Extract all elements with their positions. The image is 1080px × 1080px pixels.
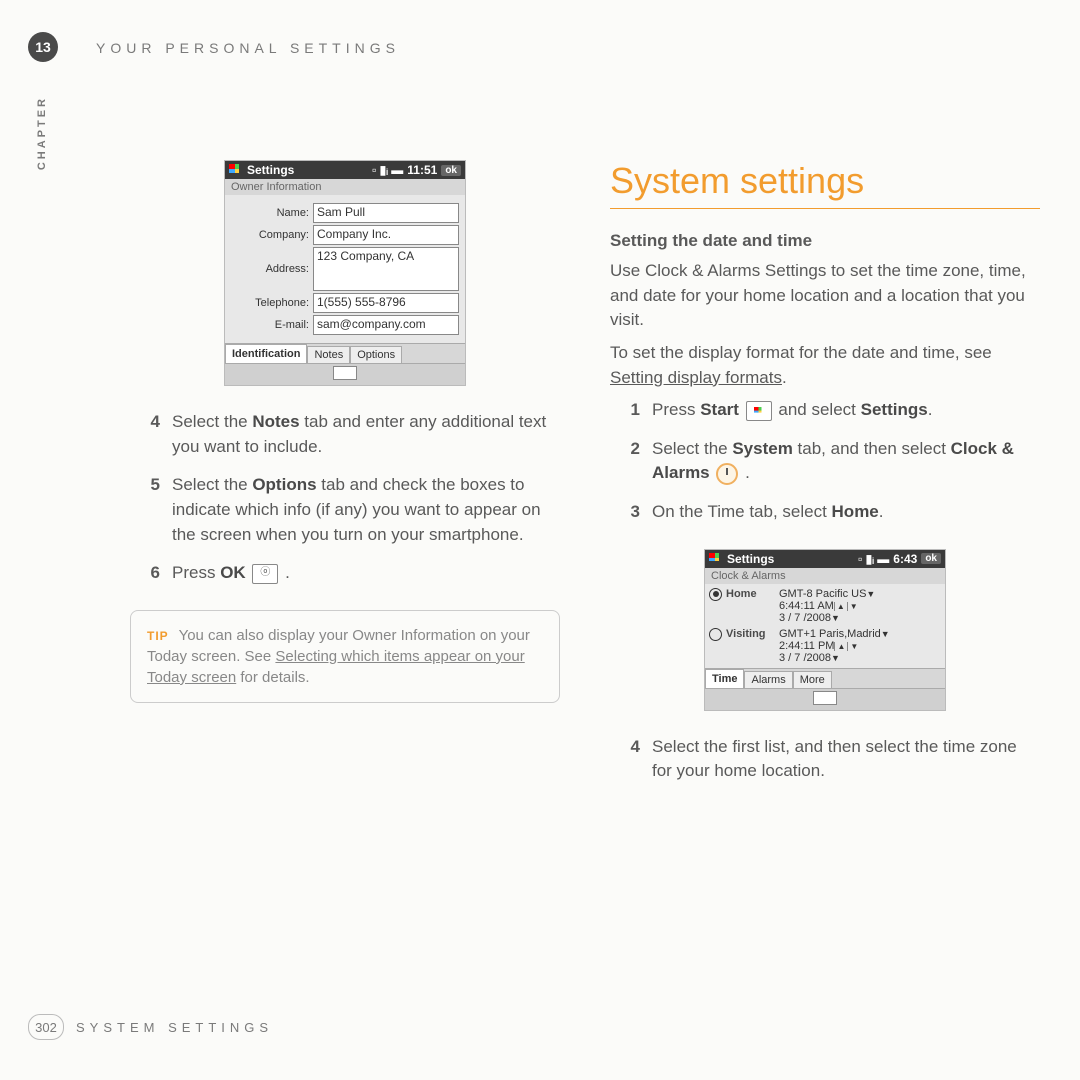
home-timezone[interactable]: GMT-8 Pacific US▼ (779, 588, 941, 600)
start-key-icon (746, 401, 772, 421)
clock-alarms-icon (716, 463, 738, 485)
keyboard-icon[interactable] (813, 691, 837, 705)
tab-notes[interactable]: Notes (307, 346, 350, 363)
ok-button[interactable]: ok (921, 553, 941, 564)
telephone-label: Telephone: (231, 297, 309, 309)
rstep-2: Select the System tab, and then select C… (652, 437, 1040, 486)
tab-more[interactable]: More (793, 671, 832, 688)
rstep-num-3: 3 (610, 500, 652, 525)
ss-title: Settings (727, 552, 774, 566)
clock-alarms-screenshot: Settings ▫ ▮ᵢ ▬ 6:43 ok Clock & Alarms H… (704, 549, 946, 711)
telephone-field[interactable]: 1(555) 555-8796 (313, 293, 459, 313)
home-label: Home (726, 588, 757, 600)
ss-title: Settings (247, 163, 294, 177)
intro-para-1: Use Clock & Alarms Settings to set the t… (610, 259, 1040, 333)
ok-key-icon: ⓞ (252, 564, 278, 584)
ok-button[interactable]: ok (441, 165, 461, 176)
subsection-heading: Setting the date and time (610, 231, 1040, 251)
section-heading: System settings (610, 160, 1040, 209)
email-field[interactable]: sam@company.com (313, 315, 459, 335)
left-column: Settings ▫ ▮ᵢ ▬ 11:51 ok Owner Informati… (130, 160, 560, 808)
rstep-3: On the Time tab, select Home. (652, 500, 1040, 525)
home-time[interactable]: 6:44:11 AM▲▼ (779, 600, 941, 612)
tip-box: TIP You can also display your Owner Info… (130, 610, 560, 703)
ss-subtitle: Owner Information (225, 179, 465, 195)
step-num-5: 5 (130, 473, 172, 547)
step-4: Select the Notes tab and enter any addit… (172, 410, 560, 459)
ss-subtitle: Clock & Alarms (705, 568, 945, 584)
rstep-1: Press Start and select Settings. (652, 398, 1040, 423)
company-field[interactable]: Company Inc. (313, 225, 459, 245)
tab-identification[interactable]: Identification (225, 344, 307, 363)
clock-time: 6:43 (893, 552, 917, 566)
step-num-4: 4 (130, 410, 172, 459)
signal-icon: ▫ ▮ᵢ ▬ (372, 163, 403, 177)
visiting-label: Visiting (726, 628, 766, 640)
company-label: Company: (231, 229, 309, 241)
tab-alarms[interactable]: Alarms (744, 671, 792, 688)
name-label: Name: (231, 207, 309, 219)
rstep-num-4: 4 (610, 735, 652, 784)
rstep-4: Select the first list, and then select t… (652, 735, 1040, 784)
step-5: Select the Options tab and check the box… (172, 473, 560, 547)
visit-timezone[interactable]: GMT+1 Paris,Madrid▼ (779, 628, 941, 640)
visit-time[interactable]: 2:44:11 PM▲▼ (779, 640, 941, 652)
clock-time: 11:51 (407, 163, 437, 177)
visiting-radio[interactable] (709, 628, 722, 641)
home-date[interactable]: 3 / 7 /2008▼ (779, 612, 941, 624)
email-label: E-mail: (231, 319, 309, 331)
step-num-6: 6 (130, 561, 172, 586)
address-field[interactable]: 123 Company, CA (313, 247, 459, 291)
tip-label: TIP (147, 629, 169, 643)
page-header-title: YOUR PERSONAL SETTINGS (96, 40, 400, 56)
tab-options[interactable]: Options (350, 346, 402, 363)
display-formats-link[interactable]: Setting display formats (610, 368, 782, 387)
name-field[interactable]: Sam Pull (313, 203, 459, 223)
keyboard-icon[interactable] (333, 366, 357, 380)
right-column: System settings Setting the date and tim… (610, 160, 1040, 808)
address-label: Address: (231, 263, 309, 275)
footer-title: SYSTEM SETTINGS (76, 1020, 273, 1035)
intro-para-2: To set the display format for the date a… (610, 341, 1040, 390)
home-radio[interactable] (709, 588, 722, 601)
chapter-badge: 13 (28, 32, 58, 62)
chapter-label: CHAPTER (36, 96, 48, 170)
visit-date[interactable]: 3 / 7 /2008▼ (779, 652, 941, 664)
signal-icon: ▫ ▮ᵢ ▬ (858, 552, 889, 566)
rstep-num-2: 2 (610, 437, 652, 486)
owner-info-screenshot: Settings ▫ ▮ᵢ ▬ 11:51 ok Owner Informati… (224, 160, 466, 386)
windows-flag-icon (229, 164, 243, 176)
tab-time[interactable]: Time (705, 669, 744, 688)
windows-flag-icon (709, 553, 723, 565)
page-number: 302 (28, 1014, 64, 1040)
step-6: Press OK ⓞ . (172, 561, 560, 586)
rstep-num-1: 1 (610, 398, 652, 423)
